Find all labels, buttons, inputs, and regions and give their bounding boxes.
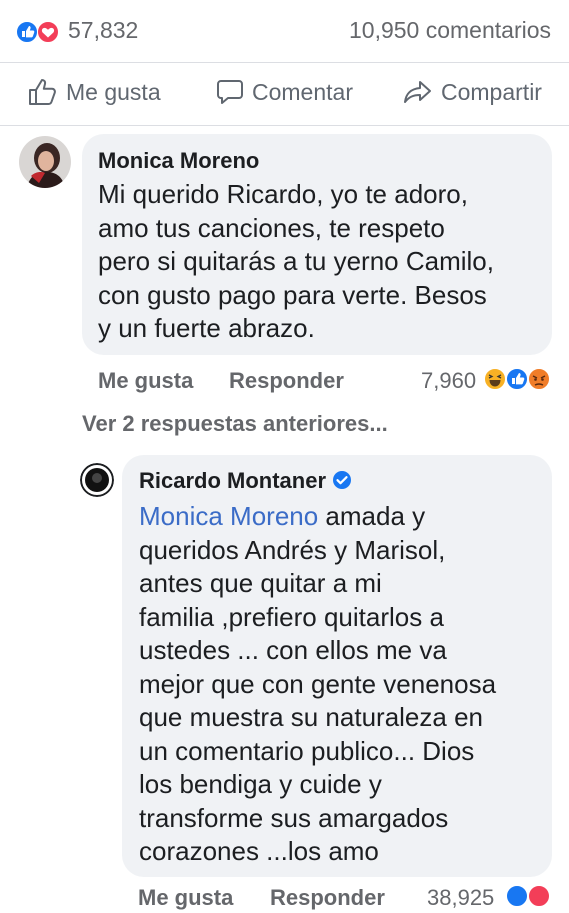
commenter-avatar[interactable]	[19, 136, 71, 188]
reply-mention-link[interactable]: Monica Moreno	[139, 501, 318, 531]
love-icon	[528, 885, 550, 907]
reaction-icons[interactable]	[16, 21, 64, 43]
love-icon	[37, 21, 59, 43]
comment-text: Mi querido Ricardo, yo te adoro, amo tus…	[98, 179, 494, 343]
likes-count[interactable]: 57,832	[68, 17, 138, 44]
reply-like-link[interactable]: Me gusta	[138, 885, 233, 911]
reply-reply-link[interactable]: Responder	[270, 885, 385, 911]
like-icon	[506, 368, 528, 390]
speech-bubble-icon	[217, 80, 243, 104]
comment-like-link[interactable]: Me gusta	[98, 368, 193, 394]
reply-reaction-count[interactable]: 38,925	[427, 885, 494, 911]
haha-icon	[484, 368, 506, 390]
thumbs-up-icon	[29, 79, 56, 105]
share-button-label: Compartir	[441, 78, 542, 105]
share-button[interactable]: Compartir	[403, 78, 542, 106]
view-previous-replies-link[interactable]: Ver 2 respuestas anteriores...	[82, 411, 388, 437]
like-icon	[16, 21, 38, 43]
like-button[interactable]: Me gusta	[28, 78, 161, 106]
comment-reply-link[interactable]: Responder	[229, 368, 344, 394]
reply-text: Monica Moreno amada y queridos Andrés y …	[139, 500, 549, 869]
reply-text-body: amada y queridos Andrés y Marisol, antes…	[139, 501, 497, 866]
comment-reaction-count[interactable]: 7,960	[421, 368, 476, 394]
replier-avatar[interactable]	[80, 463, 114, 497]
like-button-label: Me gusta	[66, 78, 161, 105]
comment-button[interactable]: Comentar	[216, 78, 353, 106]
comment-button-label: Comentar	[252, 78, 353, 105]
reply-bubble: Ricardo Montaner Monica Moreno amada y q…	[122, 455, 552, 877]
verified-badge-icon	[333, 471, 352, 489]
comment-bubble: Monica Moreno Mi querido Ricardo, yo te …	[82, 134, 552, 355]
share-arrow-icon	[404, 81, 431, 103]
post-stats-bar: 57,832 10,950 comentarios	[0, 0, 569, 62]
reply-reaction-icons[interactable]	[506, 884, 554, 908]
like-icon	[506, 885, 528, 907]
comments-count[interactable]: 10,950 comentarios	[349, 17, 551, 44]
reply-author-row: Ricardo Montaner	[139, 468, 352, 494]
post-action-bar: Me gusta Comentar Compartir	[0, 62, 569, 126]
reply-author-name[interactable]: Ricardo Montaner	[139, 468, 326, 493]
comment-reaction-icons[interactable]	[484, 367, 554, 391]
angry-icon	[528, 368, 550, 390]
comment-author-name[interactable]: Monica Moreno	[98, 148, 259, 174]
